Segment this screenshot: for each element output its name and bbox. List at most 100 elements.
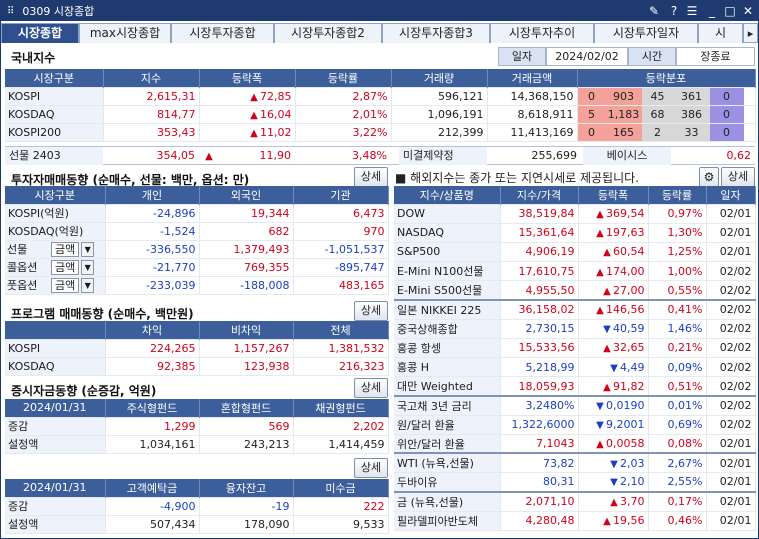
- deposit-detail-button[interactable]: 상세: [354, 458, 388, 478]
- pin-icon[interactable]: ✎: [646, 3, 662, 19]
- unit-select[interactable]: 금액: [51, 242, 80, 258]
- overseas-change-cell: ▲ 32,65: [578, 338, 649, 358]
- overseas-row[interactable]: E-Mini S500선물 4,955,50 ▲ 27,00 0,55% 02/02: [394, 280, 756, 300]
- overseas-row[interactable]: NASDAQ 15,361,64 ▲ 197,63 1,30% 02/01: [394, 223, 756, 243]
- overseas-row[interactable]: 원/달러 환율 1,322,6000 ▼ 9,2001 0,69% 02/02: [394, 415, 756, 435]
- tab-7[interactable]: 시장투자일자: [594, 23, 698, 43]
- chevron-down-icon[interactable]: ▼: [81, 260, 95, 276]
- overseas-detail-button[interactable]: 상세: [721, 167, 755, 187]
- overseas-name: 금 (뉴욕,선물): [394, 491, 501, 511]
- chevron-down-icon[interactable]: ▼: [81, 242, 95, 258]
- investor-detail-button[interactable]: 상세: [354, 167, 388, 187]
- program-row[interactable]: KOSDAQ 92,385 123,938 216,323: [5, 357, 389, 375]
- distribution-count: 386: [673, 105, 710, 123]
- tab-scroll-right-icon[interactable]: ▸: [743, 23, 758, 43]
- distribution-count: 0: [709, 105, 744, 123]
- program-value: 216,323: [293, 357, 389, 375]
- tab-6[interactable]: 시장투자추이: [490, 23, 594, 43]
- minimize-icon[interactable]: _: [704, 3, 720, 19]
- tab-5[interactable]: 시장투자종합3: [382, 23, 490, 43]
- date-field[interactable]: 2024/02/02: [546, 47, 628, 66]
- open-interest-value: 255,699: [531, 149, 578, 162]
- overseas-row[interactable]: WTI (뉴욕,선물) 73,82 ▼ 2,03 2,67% 02/01: [394, 453, 756, 473]
- tab-2[interactable]: max시장종합: [79, 23, 171, 43]
- overseas-row[interactable]: DOW 38,519,84 ▲ 369,54 0,97% 02/01: [394, 204, 756, 224]
- tab-1[interactable]: 시장종합: [1, 23, 79, 43]
- investor-header: 기관: [293, 186, 389, 204]
- domestic-row[interactable]: KOSDAQ 814,77 ▲ 16,04 2,01% 1,096,191 8,618,91…: [5, 105, 756, 123]
- overseas-change: 9,2001: [606, 418, 645, 432]
- investor-header: 개인: [105, 186, 200, 204]
- overseas-rate: 2,67%: [648, 453, 707, 473]
- program-value: 92,385: [105, 357, 200, 375]
- deposit-row[interactable]: 증감 -4,900 -19 222: [5, 497, 389, 515]
- investor-row[interactable]: 풋옵션 금액 ▼ -233,039 -188,008 483,165: [5, 276, 389, 294]
- chevron-down-icon[interactable]: ▼: [81, 278, 95, 294]
- maximize-icon[interactable]: □: [722, 3, 738, 19]
- down-triangle-icon: ▼: [610, 362, 618, 374]
- overseas-rate: 0,41%: [648, 299, 707, 320]
- window-title: 0309 시장종합: [22, 5, 95, 18]
- domestic-row[interactable]: KOSPI200 353,43 ▲ 11,02 3,22% 212,399 11,413,1…: [5, 123, 756, 141]
- deposit-row[interactable]: 설정액 507,434 178,090 9,533: [5, 515, 389, 533]
- tab-4[interactable]: 시장투자종합2: [274, 23, 382, 43]
- overseas-change-cell: ▲ 197,63: [578, 223, 649, 243]
- fund-row[interactable]: 증감 1,299 569 2,202: [5, 417, 389, 435]
- grip-icon[interactable]: ⠿: [7, 6, 14, 17]
- fund-row-label: 설정액: [5, 435, 106, 453]
- up-triangle-icon: ▲: [603, 381, 611, 393]
- overseas-price: 4,280,48: [500, 511, 579, 531]
- domestic-row[interactable]: KOSPI 2,615,31 ▲ 72,85 2,87% 596,121 14,368,15…: [5, 87, 756, 105]
- overseas-row[interactable]: 일본 NIKKEI 225 36,158,02 ▲ 146,56 0,41% 02/02: [394, 299, 756, 320]
- investor-row[interactable]: 콜옵션 금액 ▼ -21,770 769,355 -895,747: [5, 258, 389, 276]
- overseas-row[interactable]: 홍콩 항셍 15,533,56 ▲ 32,65 0,21% 02/02: [394, 338, 756, 358]
- investor-row[interactable]: KOSDAQ(억원) -1,524 682 970: [5, 222, 389, 240]
- distribution-count: 0: [709, 87, 744, 105]
- volume-value: 596,121: [391, 87, 488, 105]
- overseas-rate: 1,00%: [648, 261, 707, 281]
- investor-row[interactable]: 선물 금액 ▼ -336,550 1,379,493 -1,051,537: [5, 240, 389, 258]
- close-icon[interactable]: ✕: [740, 3, 756, 19]
- program-header-row: 차익 비차익 전체: [5, 321, 389, 339]
- overseas-row[interactable]: 홍콩 H 5,218,99 ▼ 4,49 0,09% 02/02: [394, 357, 756, 377]
- fund-row[interactable]: 설정액 1,034,161 243,213 1,414,459: [5, 435, 389, 453]
- investor-value: 6,473: [293, 204, 389, 222]
- unit-select[interactable]: 금액: [51, 260, 80, 276]
- overseas-date: 02/02: [706, 357, 756, 377]
- distribution-count: 68: [641, 105, 674, 123]
- help-icon[interactable]: ?: [666, 3, 682, 19]
- tab-3[interactable]: 시장투자종합: [171, 23, 274, 43]
- domestic-index-table: 시장구분 지수 등락폭 등락률 거래량 거래금액 등락분포 KOSPI 2,615,31 ▲ 72,…: [5, 69, 756, 142]
- overseas-row[interactable]: 위안/달러 환율 7,1043 ▲ 0,0058 0,08% 02/01: [394, 434, 756, 454]
- menu-icon[interactable]: ☰: [684, 3, 700, 19]
- overseas-date: 02/02: [706, 338, 756, 358]
- program-row[interactable]: KOSPI 224,265 1,157,267 1,381,532: [5, 339, 389, 357]
- unit-select[interactable]: 금액: [51, 278, 80, 294]
- overseas-date: 02/02: [706, 415, 756, 435]
- overseas-rate: 0,51%: [648, 376, 707, 396]
- market-name: KOSPI: [5, 87, 104, 105]
- deposit-value: -4,900: [105, 497, 200, 515]
- overseas-row[interactable]: E-Mini N100선물 17,610,75 ▲ 174,00 1,00% 02/02: [394, 261, 756, 281]
- program-detail-button[interactable]: 상세: [354, 301, 388, 321]
- overseas-row[interactable]: 두바이유 80,31 ▼ 2,10 2,55% 02/01: [394, 472, 756, 492]
- overseas-row[interactable]: 중국상해종합 2,730,15 ▼ 40,59 1,46% 02/02: [394, 319, 756, 339]
- rate-value: 2,01%: [295, 105, 392, 123]
- investor-row[interactable]: KOSPI(억원) -24,896 19,344 6,473: [5, 204, 389, 222]
- overseas-change-cell: ▼ 2,10: [578, 472, 649, 492]
- investor-value: -233,039: [105, 276, 200, 294]
- tab-8[interactable]: 시: [698, 23, 743, 43]
- overseas-change-cell: ▲ 27,00: [578, 280, 649, 300]
- overseas-row[interactable]: S&P500 4,906,19 ▲ 60,54 1,25% 02/01: [394, 242, 756, 262]
- gear-icon[interactable]: ⚙: [699, 167, 719, 187]
- fund-detail-button[interactable]: 상세: [354, 378, 388, 398]
- overseas-row[interactable]: 금 (뉴욕,선물) 2,071,10 ▲ 3,70 0,17% 02/01: [394, 491, 756, 511]
- overseas-row[interactable]: 필라델피아반도체 4,280,48 ▲ 19,56 0,46% 02/01: [394, 511, 756, 531]
- overseas-rate: 2,55%: [648, 472, 707, 492]
- overseas-change: 4,49: [620, 360, 645, 374]
- overseas-rate: 1,30%: [648, 223, 707, 243]
- overseas-row[interactable]: 국고채 3년 금리 3,2480% ▼ 0,0190 0,01% 02/02: [394, 395, 756, 416]
- volume-value: 212,399: [391, 123, 488, 141]
- overseas-row[interactable]: 대만 Weighted 18,059,93 ▲ 91,82 0,51% 02/02: [394, 376, 756, 396]
- down-triangle-icon: ▼: [596, 401, 604, 413]
